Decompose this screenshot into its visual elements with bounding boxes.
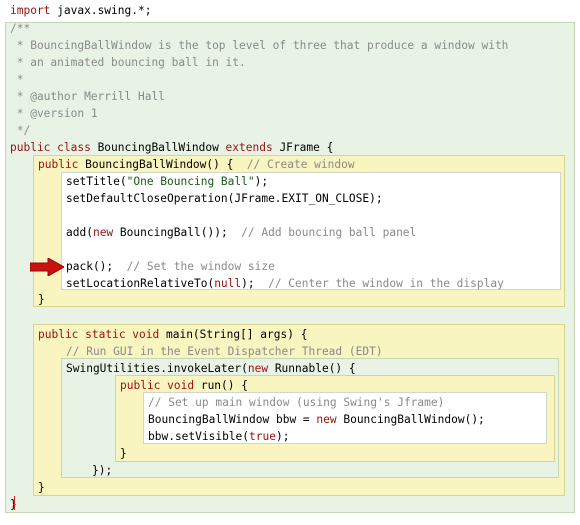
- arrow-right-icon: [30, 258, 64, 276]
- keyword: public: [38, 158, 79, 171]
- keyword: new: [316, 413, 337, 426]
- keyword: public void: [120, 379, 195, 392]
- code-comment: // Set the window size: [126, 260, 275, 273]
- code-line-ctor-decl: public BouncingBallWindow() { // Create …: [38, 156, 355, 173]
- code-line-invoke-close: });: [92, 464, 113, 477]
- keyword: new: [247, 362, 269, 375]
- code-text: );: [276, 430, 290, 443]
- code-text: setLocationRelativeTo(: [66, 277, 215, 290]
- code-text: main(String[] args) {: [159, 328, 308, 341]
- code-line-main-close: }: [38, 481, 45, 494]
- code-line-ctor-close: }: [38, 293, 45, 306]
- code-comment: // Center the window in the display: [268, 277, 504, 290]
- doc-comment-line: *: [10, 73, 24, 86]
- code-comment: // Add bouncing ball panel: [241, 226, 417, 239]
- code-comment: // Run GUI in the Event Dispatcher Threa…: [66, 345, 383, 358]
- text-cursor: [14, 496, 15, 510]
- code-text: javax.swing.*;: [50, 4, 152, 17]
- code-text: JFrame {: [272, 141, 334, 154]
- code-line-setvisible: bbw.setVisible(true);: [148, 428, 289, 445]
- code-line-settitle: setTitle("One Bouncing Ball");: [66, 173, 268, 190]
- doc-comment-line: */: [10, 124, 31, 137]
- code-line-pack: pack(); // Set the window size: [66, 258, 275, 275]
- code-comment: // Set up main window (using Swing's Jfr…: [148, 396, 445, 409]
- code-text: Runnable() {: [268, 362, 356, 375]
- code-text: BouncingBallWindow();: [336, 413, 485, 426]
- code-line-setloc: setLocationRelativeTo(null); // Center t…: [66, 275, 504, 292]
- code-comment: // Create window: [246, 158, 355, 171]
- doc-comment-line: /**: [10, 22, 31, 35]
- doc-comment-line: * BouncingBallWindow is the top level of…: [10, 39, 509, 52]
- keyword: true: [249, 430, 276, 443]
- doc-comment-line: * @author Merrill Hall: [10, 90, 165, 103]
- code-text: BouncingBallWindow() {: [78, 158, 247, 171]
- code-line-bbw: BouncingBallWindow bbw = new BouncingBal…: [148, 411, 485, 428]
- keyword: import: [10, 4, 51, 17]
- code-text: );: [241, 277, 269, 290]
- code-text: setTitle(: [66, 175, 127, 188]
- code-text: bbw.setVisible(: [148, 430, 250, 443]
- code-text: add(: [66, 226, 93, 239]
- code-text: SwingUtilities.invokeLater(: [66, 362, 248, 375]
- string-literal: "One Bouncing Ball": [126, 175, 255, 188]
- code-line-import: import javax.swing.*;: [10, 2, 151, 19]
- code-line-add: add(new BouncingBall()); // Add bouncing…: [66, 224, 416, 241]
- keyword: new: [92, 226, 114, 239]
- keyword: null: [214, 277, 242, 290]
- code-line-run-decl: public void run() {: [120, 377, 248, 394]
- code-text: run() {: [194, 379, 248, 392]
- code-text: );: [254, 175, 269, 188]
- code-line-set-close: setDefaultCloseOperation(JFrame.EXIT_ON_…: [66, 192, 383, 205]
- keyword: public static void: [38, 328, 160, 341]
- code-line-invoke: SwingUtilities.invokeLater(new Runnable(…: [66, 360, 356, 377]
- doc-comment-line: * an animated bouncing ball in it.: [10, 56, 246, 69]
- code-text: BouncingBall());: [113, 226, 242, 239]
- code-text: BouncingBallWindow bbw =: [148, 413, 317, 426]
- keyword: public class: [10, 141, 91, 154]
- keyword: extends: [225, 141, 273, 154]
- doc-comment-line: * @version 1: [10, 107, 98, 120]
- code-line-class-decl: public class BouncingBallWindow extends …: [10, 139, 333, 156]
- code-line-main-decl: public static void main(String[] args) {: [38, 326, 307, 343]
- code-text: pack();: [66, 260, 127, 273]
- code-line-run-close: }: [120, 447, 127, 460]
- code-text: BouncingBallWindow: [90, 141, 226, 154]
